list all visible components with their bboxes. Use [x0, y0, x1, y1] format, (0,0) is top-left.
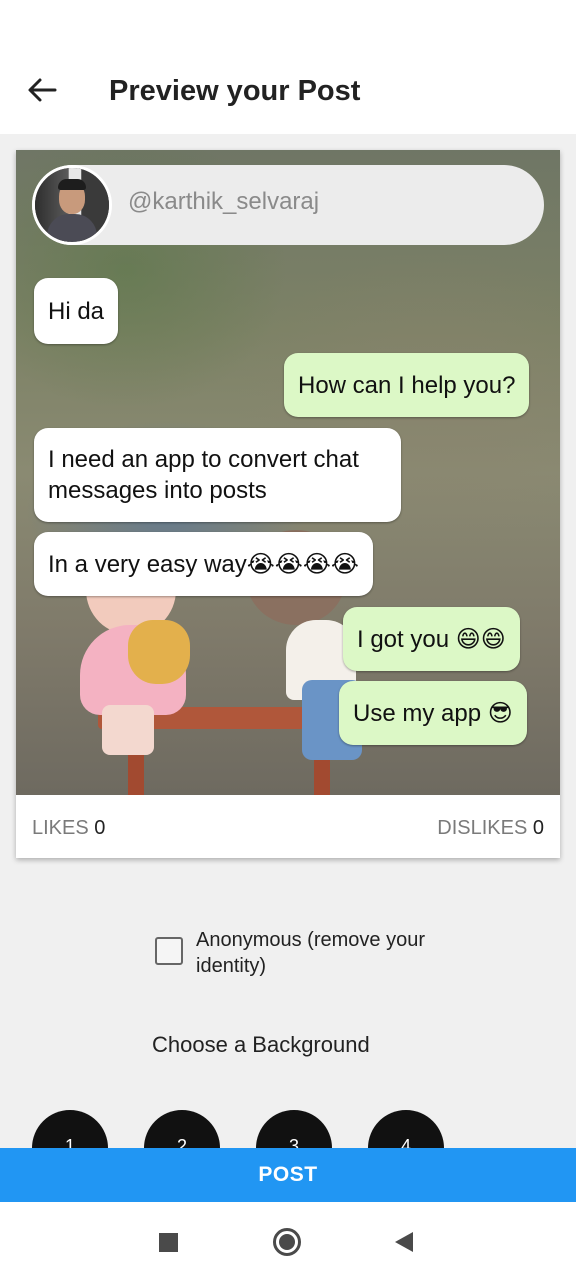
anonymous-option[interactable]: Anonymous (remove your identity) [155, 925, 465, 981]
avatar [32, 165, 112, 245]
chat-bubble-sent: Use my app 😎 [339, 681, 527, 745]
circle-icon[interactable] [273, 1228, 301, 1256]
dislikes-count: 0 [532, 817, 544, 839]
teddy-bear [128, 620, 190, 684]
likes-label: LIKES [32, 817, 89, 839]
post-background-image: @karthik_selvaraj Hi da How can I help y… [16, 150, 560, 795]
chat-bubble-received: In a very easy way😭😭😭😭 [34, 532, 373, 596]
page-title: Preview your Post [109, 75, 361, 107]
post-preview-card: @karthik_selvaraj Hi da How can I help y… [16, 150, 560, 858]
chat-bubble-sent: How can I help you? [284, 353, 530, 417]
likes-counter[interactable]: LIKES 0 [32, 815, 105, 841]
chat-bubble-received: I need an app to convert chat messages i… [34, 428, 401, 522]
dislikes-label: DISLIKES [437, 817, 528, 839]
arrow-left-icon [28, 78, 57, 102]
anonymous-label: Anonymous (remove your identity) [196, 929, 425, 977]
likes-count: 0 [94, 817, 106, 839]
chat-bubble-received: Hi da [34, 278, 119, 344]
post-button[interactable]: POST [0, 1148, 576, 1202]
triangle-back-icon[interactable] [395, 1232, 413, 1252]
username: @karthik_selvaraj [128, 188, 320, 215]
user-pill: @karthik_selvaraj [32, 165, 544, 245]
square-icon[interactable] [159, 1233, 178, 1252]
anonymous-checkbox[interactable] [155, 937, 183, 965]
app-bar: Preview your Post [0, 0, 576, 134]
system-nav-bar [0, 1202, 576, 1280]
choose-background-label: Choose a Background [152, 1032, 370, 1057]
back-button[interactable] [22, 70, 62, 110]
chat-bubble-sent: I got you 😄😄 [343, 607, 520, 671]
dislikes-counter[interactable]: DISLIKES 0 [437, 815, 544, 841]
